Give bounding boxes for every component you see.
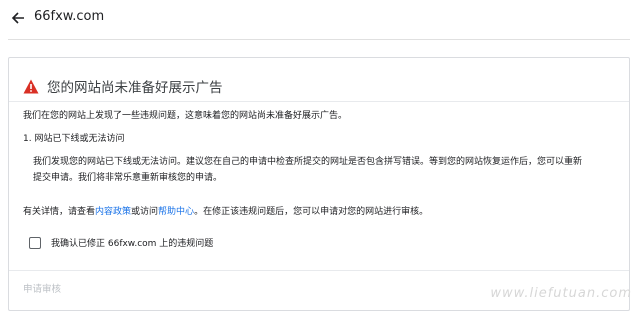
watermark: www.liefutuan.com xyxy=(490,286,632,301)
details-note: 有关详情，请查看内容政策或访问帮助中心。在修正该违规问题后，您可以申请对您的网站… xyxy=(23,206,428,219)
confirm-label[interactable]: 我确认已修正 66fxw.com 上的违规问题 xyxy=(51,236,213,249)
issue-text-line-1: 我们发现您的网站已下线或无法访问。建议您在自己的申请中检查所提交的网址是否包含拼… xyxy=(33,157,583,167)
issue-heading: 1. 网站已下线或无法访问 xyxy=(23,134,125,144)
issue-text-line-2: 提交申请。我们将非常乐意重新审核您的申请。 xyxy=(33,173,223,183)
back-button[interactable] xyxy=(8,8,28,28)
arrow-left-icon xyxy=(11,12,24,24)
footer-divider xyxy=(9,270,629,271)
note-suffix: 。在修正该违规问题后，您可以申请对您的网站进行审核。 xyxy=(194,207,429,217)
header-divider xyxy=(8,39,630,40)
top-bar: 66fxw.com xyxy=(0,0,640,36)
request-review-button[interactable]: 申请审核 xyxy=(23,281,61,295)
status-card: 您的网站尚未准备好展示广告 我们在您的网站上发现了一些违规问题，这意味着您的网站… xyxy=(8,57,630,311)
help-center-link[interactable]: 帮助中心 xyxy=(158,207,194,217)
confirm-row[interactable]: 我确认已修正 66fxw.com 上的违规问题 xyxy=(29,236,213,249)
note-prefix: 有关详情，请查看 xyxy=(23,207,96,217)
card-title: 您的网站尚未准备好展示广告 xyxy=(23,76,223,96)
content-policy-link[interactable]: 内容政策 xyxy=(95,207,131,217)
title-divider xyxy=(9,101,629,102)
site-name: 66fxw.com xyxy=(34,9,105,24)
warning-icon xyxy=(23,79,39,93)
card-title-text: 您的网站尚未准备好展示广告 xyxy=(47,80,223,96)
confirm-checkbox[interactable] xyxy=(29,236,41,249)
lead-text: 我们在您的网站上发现了一些违规问题，这意味着您的网站尚未准备好展示广告。 xyxy=(23,111,348,121)
note-middle: 或访问 xyxy=(131,207,159,217)
